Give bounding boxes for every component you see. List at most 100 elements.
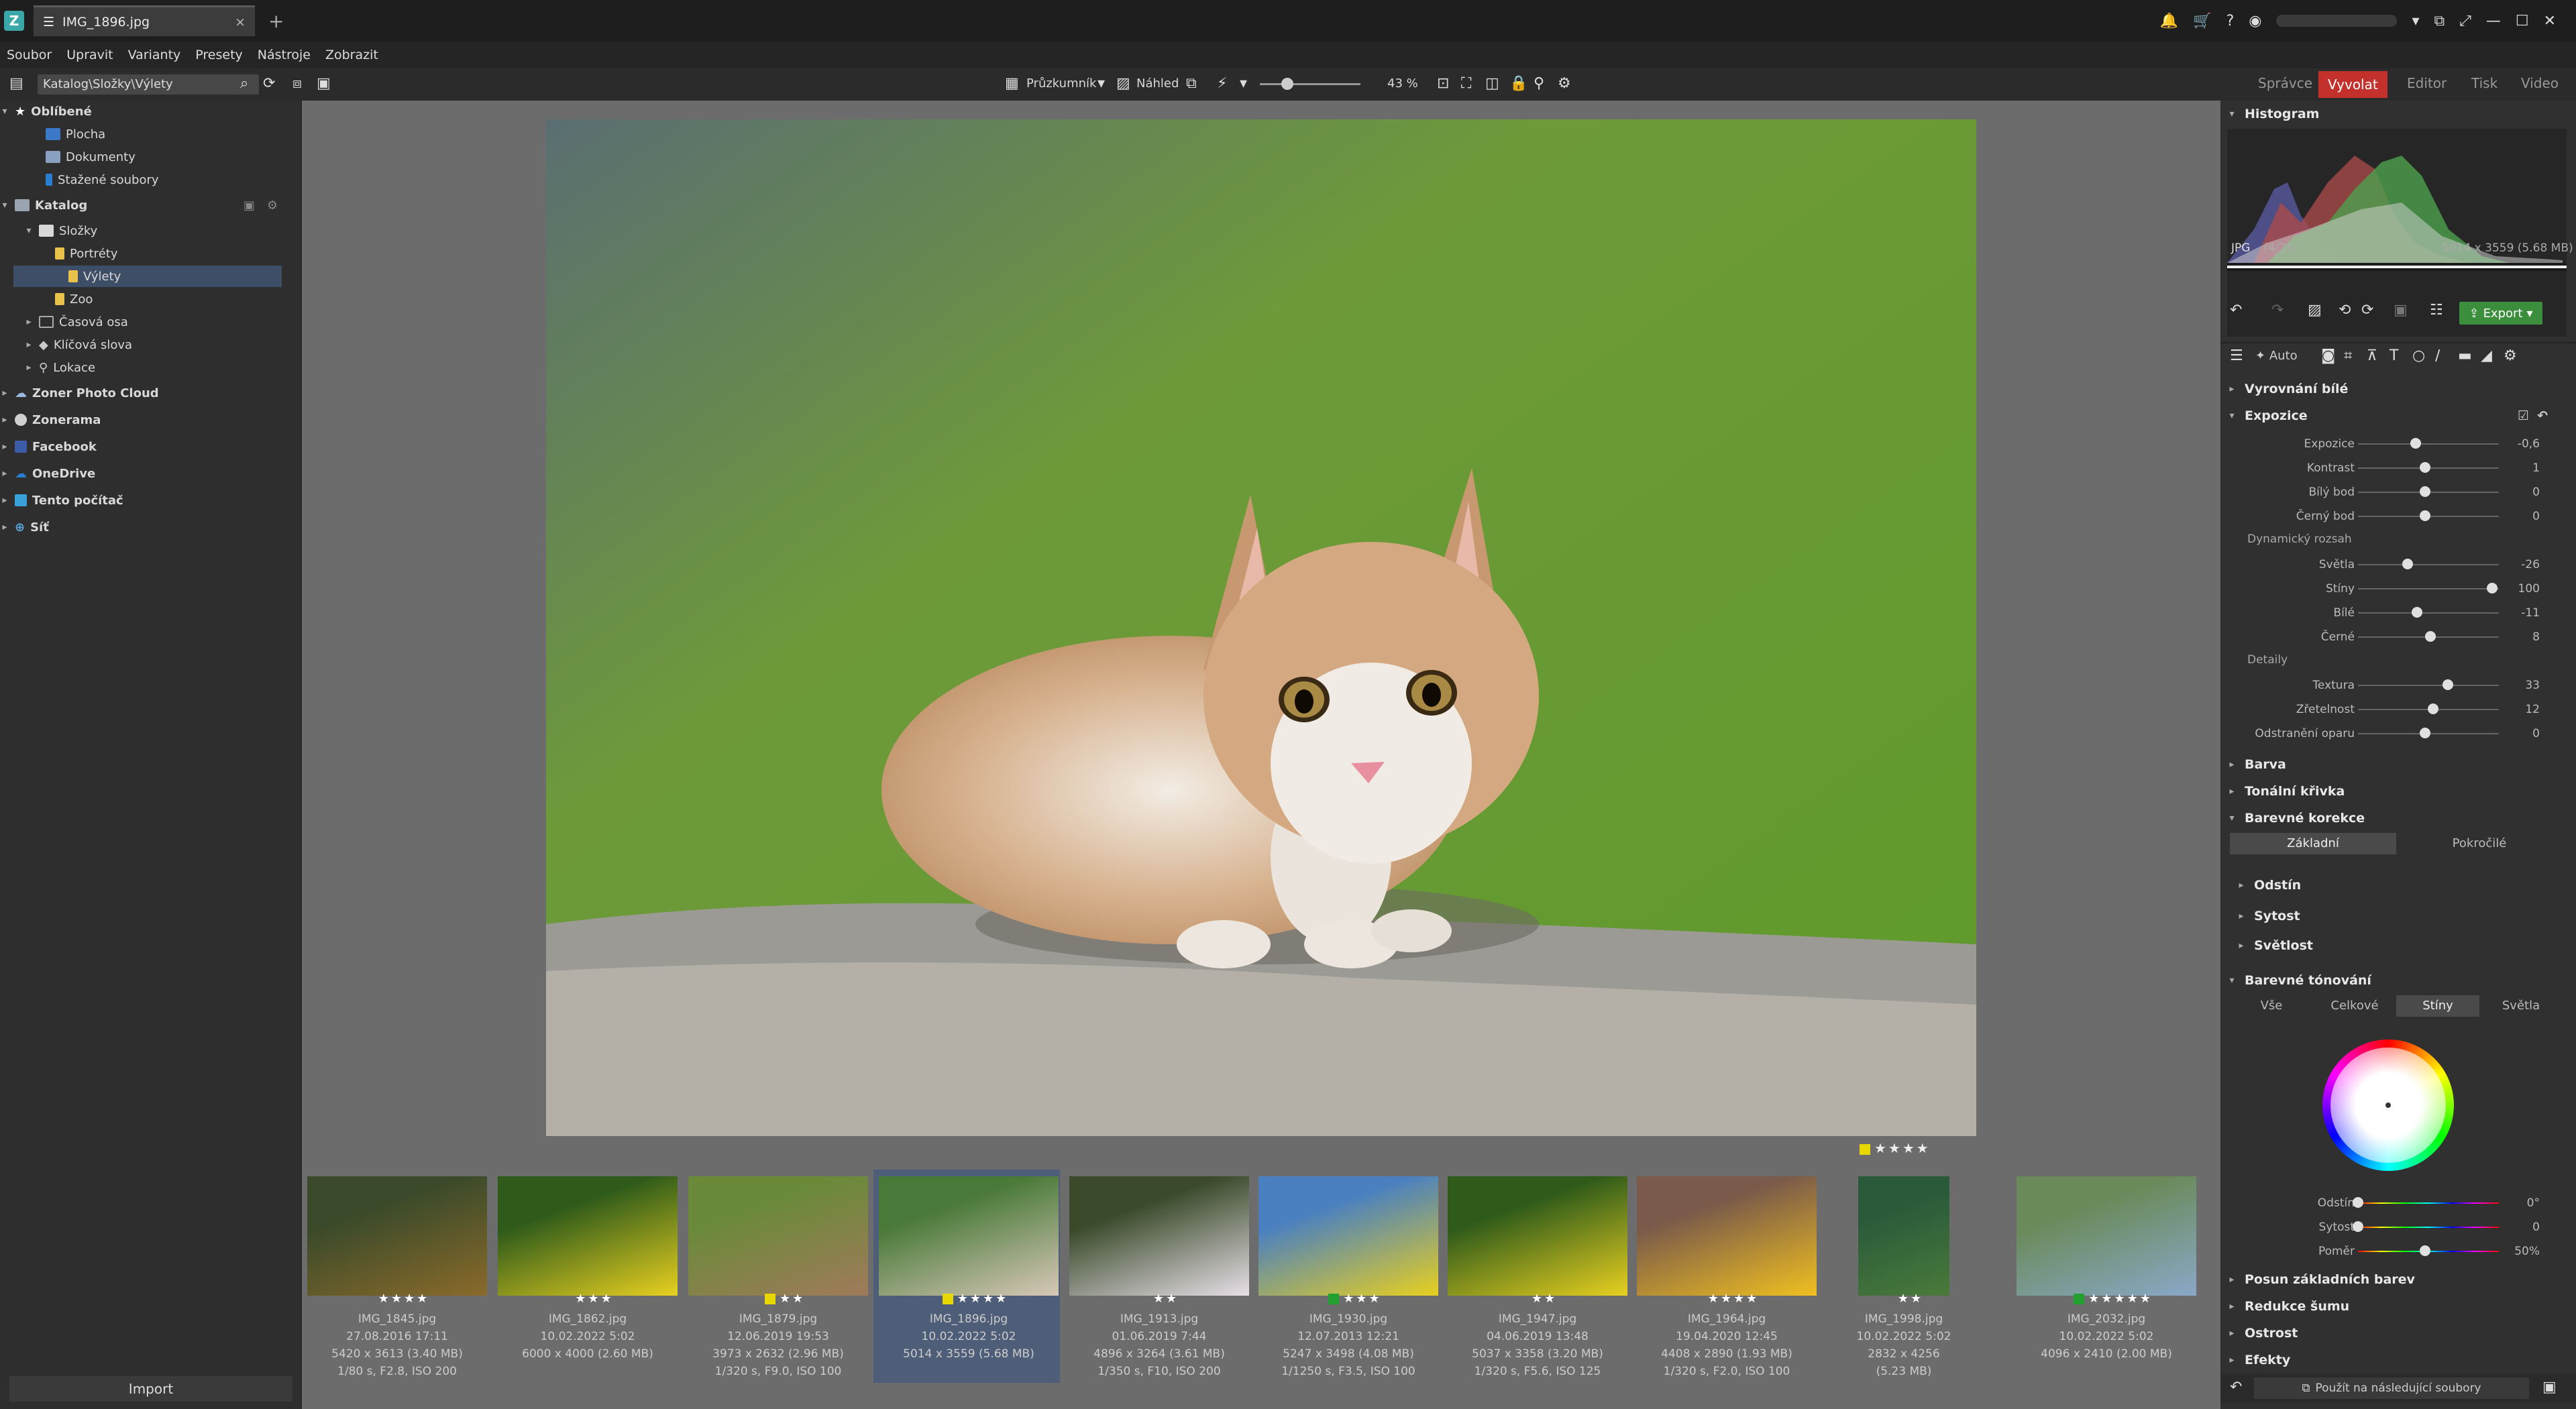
chevron-down-icon[interactable]: ▾ xyxy=(1097,75,1105,92)
expand-icon[interactable]: ▸ xyxy=(24,317,34,327)
collapse-icon[interactable]: ▾ xyxy=(0,106,9,117)
expand-icon[interactable]: ▸ xyxy=(0,522,9,532)
tab-overall[interactable]: Celkové xyxy=(2313,995,2396,1017)
refresh-icon[interactable]: ⟳ xyxy=(263,75,275,92)
section-tone-curve[interactable]: ▸ Tonální křivka xyxy=(2227,779,2556,803)
search-icon[interactable]: ⌕ xyxy=(240,75,248,92)
filmstrip-thumbnail[interactable] xyxy=(498,1176,678,1296)
expand-icon[interactable]: ▸ xyxy=(2227,1301,2237,1312)
slider-value[interactable]: 50% xyxy=(2509,1245,2540,1258)
thumbnail-rating[interactable]: ★★★★ xyxy=(1686,1292,1780,1306)
perspective-icon[interactable]: ⊼ xyxy=(2367,347,2377,364)
menu-tools[interactable]: Nástroje xyxy=(258,48,311,62)
photo-rating[interactable]: ★★★★ xyxy=(1860,1140,1931,1156)
image-icon[interactable]: ▨ xyxy=(2308,302,2322,319)
tab-print[interactable]: Tisk xyxy=(2471,75,2498,91)
export-button[interactable]: ⇪ Export ▾ xyxy=(2459,302,2542,325)
tree-this-pc[interactable]: ▸ Tento počítač xyxy=(0,490,282,511)
auto-button[interactable]: ✦ Auto xyxy=(2255,349,2298,363)
slider-handle[interactable] xyxy=(2353,1221,2363,1232)
section-saturation[interactable]: ▸ Sytost xyxy=(2237,904,2565,928)
enabled-checkbox[interactable]: ☑ xyxy=(2518,408,2529,423)
minimize-icon[interactable]: — xyxy=(2486,13,2501,30)
popout-icon[interactable]: ⧉ xyxy=(1186,75,1197,92)
slider-handle[interactable] xyxy=(2487,583,2498,594)
thumbnail-rating[interactable]: ★★★ xyxy=(1308,1292,1402,1306)
menu-file[interactable]: Soubor xyxy=(7,48,52,62)
fit-icon[interactable]: ⊡ xyxy=(1437,75,1449,92)
camera-icon[interactable]: ◙ xyxy=(2321,347,2335,364)
help-icon[interactable]: ? xyxy=(2226,13,2235,30)
apply-to-next-button[interactable]: ⧉ Použít na následující soubory xyxy=(2254,1377,2529,1399)
thumbnail-rating[interactable]: ★★★ xyxy=(547,1292,641,1306)
lightning-icon[interactable]: ⚡ xyxy=(1217,75,1227,92)
slider-handle[interactable] xyxy=(2402,559,2413,569)
thumbnail-rating[interactable]: ★★ xyxy=(1497,1292,1591,1306)
export-folder-icon[interactable]: ⧈ xyxy=(292,75,302,92)
chevron-down-icon[interactable]: ▾ xyxy=(2412,13,2419,30)
tree-zoner-cloud[interactable]: ▸ ☁ Zoner Photo Cloud xyxy=(0,382,282,404)
tab-all[interactable]: Vše xyxy=(2230,995,2313,1017)
expand-icon[interactable]: ▸ xyxy=(2227,1355,2237,1365)
section-lightness[interactable]: ▸ Světlost xyxy=(2237,934,2565,958)
new-folder-icon[interactable]: ▣ xyxy=(317,75,331,92)
section-histogram[interactable]: ▾ Histogram xyxy=(2227,102,2556,126)
slider-value[interactable]: 8 xyxy=(2509,630,2540,644)
expand-icon[interactable]: ⤢ xyxy=(2459,13,2471,30)
slider-handle[interactable] xyxy=(2353,1197,2363,1208)
filmstrip-thumbnail[interactable] xyxy=(307,1176,487,1296)
tree-onedrive[interactable]: ▸ ☁ OneDrive xyxy=(0,463,282,484)
slider-value[interactable]: 100 xyxy=(2509,582,2540,596)
color-wheel[interactable] xyxy=(2322,1039,2454,1171)
expand-icon[interactable]: ▸ xyxy=(2227,759,2237,770)
expand-icon[interactable]: ▸ xyxy=(2237,911,2246,921)
tab-editor[interactable]: Editor xyxy=(2407,75,2447,91)
rotate-right-icon[interactable]: ⟳ xyxy=(2361,302,2373,319)
slider-track[interactable] xyxy=(2358,1202,2499,1204)
radial-icon[interactable]: ○ xyxy=(2412,347,2425,364)
color-label[interactable] xyxy=(942,1294,953,1304)
menu-variants[interactable]: Varianty xyxy=(128,48,181,62)
filmstrip-thumbnail[interactable] xyxy=(2017,1176,2196,1296)
expand-icon[interactable]: ▸ xyxy=(0,414,9,425)
slider-handle[interactable] xyxy=(2420,462,2430,473)
expand-icon[interactable]: ▸ xyxy=(24,339,34,350)
gradient-icon[interactable]: ▬ xyxy=(2458,347,2472,364)
slider-value[interactable]: 12 xyxy=(2509,703,2540,716)
new-tab-button[interactable]: + xyxy=(268,10,284,32)
tree-downloads[interactable]: Stažené soubory xyxy=(0,169,282,190)
filmstrip-thumbnail[interactable] xyxy=(1637,1176,1817,1296)
slider-value[interactable]: -0,6 xyxy=(2509,437,2540,451)
color-wheel-picker[interactable] xyxy=(2384,1101,2392,1109)
slider-value[interactable]: 1 xyxy=(2509,461,2540,475)
lock-icon[interactable]: 🔒 xyxy=(1509,75,1527,92)
expand-icon[interactable]: ▸ xyxy=(2227,1328,2237,1339)
tree-portraits[interactable]: Portréty xyxy=(0,243,282,264)
expand-icon[interactable]: ▸ xyxy=(2237,880,2246,891)
tree-trips[interactable]: Výlety xyxy=(13,266,282,287)
folder-icon[interactable]: ▤ xyxy=(9,75,23,92)
tab-develop[interactable]: Vyvolat xyxy=(2318,71,2387,98)
tab-advanced[interactable]: Pokročilé xyxy=(2396,833,2563,854)
slider-handle[interactable] xyxy=(2443,679,2453,690)
menu-view[interactable]: Zobrazit xyxy=(325,48,378,62)
pin-icon[interactable]: ⚲ xyxy=(1534,75,1544,92)
shrink-icon[interactable]: ⧉ xyxy=(2434,13,2445,30)
maximize-icon[interactable]: ☐ xyxy=(2516,13,2529,30)
thumbnail-rating[interactable]: ★★ xyxy=(738,1292,832,1306)
bell-icon[interactable]: 🔔 xyxy=(2160,13,2178,30)
document-tab[interactable]: ☰ IMG_1896.jpg × xyxy=(34,5,255,36)
zoom-slider-handle[interactable] xyxy=(1281,78,1293,90)
slider-value[interactable]: 33 xyxy=(2509,679,2540,692)
menu-edit[interactable]: Upravit xyxy=(66,48,113,62)
section-effects[interactable]: ▸ Efekty xyxy=(2227,1348,2556,1372)
color-label[interactable] xyxy=(764,1294,775,1304)
filmstrip-thumbnail[interactable] xyxy=(688,1176,868,1296)
tree-keywords[interactable]: ▸ ◆ Klíčová slova xyxy=(0,334,282,355)
tree-favorites[interactable]: ▾ ★ Oblíbené xyxy=(0,101,282,122)
tree-desktop[interactable]: Plocha xyxy=(0,123,282,145)
section-white-balance[interactable]: ▸ Vyrovnání bílé xyxy=(2227,377,2556,401)
text-icon[interactable]: T xyxy=(2390,347,2398,364)
collapse-icon[interactable]: ▾ xyxy=(2227,410,2237,421)
tab-basic[interactable]: Základní xyxy=(2230,833,2396,854)
